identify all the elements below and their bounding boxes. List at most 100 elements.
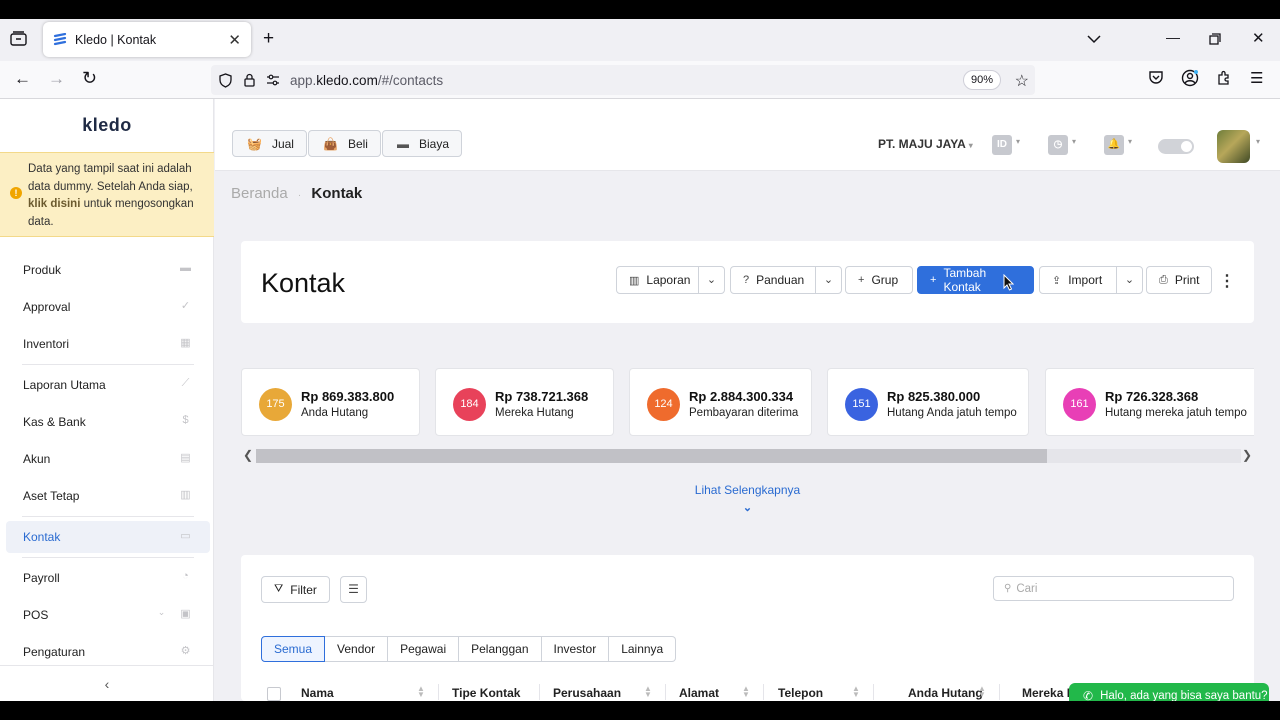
laporan-dropdown-button[interactable]: ⌄ [698,266,725,294]
sort-icon[interactable]: ▲ ▼ [742,685,750,699]
account-icon[interactable] [1181,69,1199,92]
company-switcher[interactable]: PT. MAJU JAYA ▾ [878,137,973,151]
tab-overview-icon[interactable] [10,31,27,46]
column-telepon[interactable]: Telepon [778,686,823,700]
biaya-button[interactable]: ▬ Biaya [382,130,463,157]
beli-button[interactable]: 👜 Beli [308,130,381,157]
breadcrumb-home[interactable]: Beranda [231,185,288,202]
new-tab-icon[interactable]: + [263,28,274,50]
search-input[interactable]: ⚲ Cari [993,576,1234,601]
pocket-icon[interactable] [1148,70,1164,90]
browser-tab[interactable]: Kledo | Kontak ✕ [43,22,251,57]
sort-icon[interactable]: ▲ ▼ [852,685,860,699]
sidebar-item-akun[interactable]: Akun ▤ [6,443,210,475]
stat-card-anda-hutang[interactable]: 175 Rp 869.383.800 Anda Hutang [241,368,420,436]
forward-icon[interactable]: → [48,69,65,89]
tab-semua[interactable]: Semua [261,636,326,662]
filter-button[interactable]: ⛛ Filter [261,576,330,603]
stat-amount: Rp 825.380.000 [887,389,981,404]
tab-lainnya[interactable]: Lainnya [609,636,677,662]
sidebar-item-kontak[interactable]: Kontak ▭ [6,521,210,553]
sort-icon[interactable]: ▲ ▼ [417,685,425,699]
tambah-kontak-button[interactable]: + Tambah Kontak [917,266,1034,294]
see-more-link[interactable]: Lihat Selengkapnya ⌄ [680,483,815,514]
clear-data-link[interactable]: klik disini [28,198,80,210]
back-icon[interactable]: ← [14,69,31,89]
site-permissions-icon[interactable] [266,74,280,86]
stat-card-pembayaran-diterima[interactable]: 124 Rp 2.884.300.334 Pembayaran diterima [629,368,812,436]
sidebar-item-produk[interactable]: Produk ▬ [6,254,210,286]
stat-card-mereka-hutang[interactable]: 184 Rp 738.721.368 Mereka Hutang [435,368,614,436]
scroll-thumb[interactable] [256,449,1047,463]
sidebar-item-aset-tetap[interactable]: Aset Tetap ▥ [6,480,210,512]
browser-window: Kledo | Kontak ✕ + — ✕ ← → ↻ app.kledo.c… [0,19,1280,701]
plus-icon: + [930,274,937,286]
tab-pegawai[interactable]: Pegawai [388,636,460,662]
bell-icon[interactable]: 🔔 [1104,135,1124,155]
column-list-button[interactable]: ☰ [340,576,367,603]
column-nama[interactable]: Nama [301,686,334,700]
column-anda-hutang[interactable]: Anda Hutang [908,686,983,700]
menu-icon[interactable]: ☰ [1250,69,1263,87]
scroll-right-icon[interactable]: ❯ [1242,448,1252,462]
count-badge: 184 [453,388,486,421]
bar-chart-icon: ▥ [629,274,640,287]
theme-toggle[interactable] [1158,139,1194,154]
clock-icon[interactable]: ◷ [1048,135,1068,155]
sidebar-item-payroll[interactable]: Payroll ◔ [6,562,210,594]
sidebar-divider [22,557,194,558]
stat-amount: Rp 869.383.800 [301,389,395,404]
close-tab-icon[interactable]: ✕ [228,31,241,49]
address-bar[interactable]: app.kledo.com/#/contacts 90% ☆ [211,65,1035,95]
shield-icon[interactable] [219,72,232,88]
sort-icon[interactable]: ▲ ▼ [978,685,986,699]
import-dropdown-button[interactable]: ⌄ [1116,266,1143,294]
scroll-left-icon[interactable]: ❮ [243,448,253,462]
grup-button[interactable]: + Grup [845,266,913,294]
stat-card-hutang-mereka-jatuh-tempo[interactable]: 161 Rp 726.328.368 Hutang mereka jatuh t… [1045,368,1254,436]
tab-vendor[interactable]: Vendor [325,636,389,662]
jual-button[interactable]: 🧺 Jual [232,130,307,157]
column-perusahaan[interactable]: Perusahaan [553,686,621,700]
import-button[interactable]: ⇪ Import [1039,266,1117,294]
sidebar-item-laporan-utama[interactable]: Laporan Utama ⟋ [6,369,210,401]
zoom-level[interactable]: 90% [962,70,1001,90]
stat-label: Anda Hutang [301,407,369,419]
sidebar-item-pengaturan[interactable]: Pengaturan ⚙ [6,636,210,668]
close-window-icon[interactable]: ✕ [1252,29,1265,47]
extensions-icon[interactable] [1216,70,1232,91]
sidebar-item-kas-bank[interactable]: Kas & Bank $ [6,406,210,438]
restore-icon[interactable] [1209,32,1221,50]
bookmark-star-icon[interactable]: ☆ [1015,71,1029,91]
column-tipe-kontak[interactable]: Tipe Kontak [452,686,520,700]
column-alamat[interactable]: Alamat [679,686,719,700]
kledo-logo[interactable]: kledo [0,115,214,136]
panduan-button[interactable]: ? Panduan [730,266,816,294]
list-tabs-icon[interactable] [1087,31,1101,49]
pos-icon: ▣ [180,608,191,620]
panduan-dropdown-button[interactable]: ⌄ [815,266,842,294]
laporan-button[interactable]: ▥ Laporan [616,266,699,294]
chat-support-button[interactable]: ✆ Halo, ada yang bisa saya bantu? [1069,683,1269,701]
sort-icon[interactable]: ▲ ▼ [644,685,652,699]
collapse-sidebar-button[interactable]: ‹ [0,665,214,701]
column-mereka-hutang[interactable]: Mereka H [1022,686,1075,700]
language-button[interactable]: ID [992,135,1012,155]
reload-icon[interactable]: ↻ [82,68,97,89]
stat-label: Hutang Anda jatuh tempo [887,407,1017,419]
stat-card-hutang-anda-jatuh-tempo[interactable]: 151 Rp 825.380.000 Hutang Anda jatuh tem… [827,368,1029,436]
select-all-checkbox[interactable] [267,687,281,701]
tab-investor[interactable]: Investor [541,636,610,662]
sidebar-item-pos[interactable]: POS ⌄ ▣ [6,599,210,631]
stats-scrollbar[interactable]: ❮ ❯ [241,448,1254,464]
lock-icon[interactable] [244,73,255,87]
avatar[interactable] [1217,130,1250,163]
sidebar-item-approval[interactable]: Approval ✓ [6,291,210,323]
mouse-cursor-icon [1003,273,1015,296]
minimize-icon[interactable]: — [1166,29,1180,45]
more-options-icon[interactable]: ⋮ [1219,271,1235,291]
sidebar-item-inventori[interactable]: Inventori ▦ [6,328,210,360]
print-button[interactable]: ⎙ Print [1146,266,1212,294]
tab-pelanggan[interactable]: Pelanggan [459,636,542,662]
sidebar-divider [22,516,194,517]
